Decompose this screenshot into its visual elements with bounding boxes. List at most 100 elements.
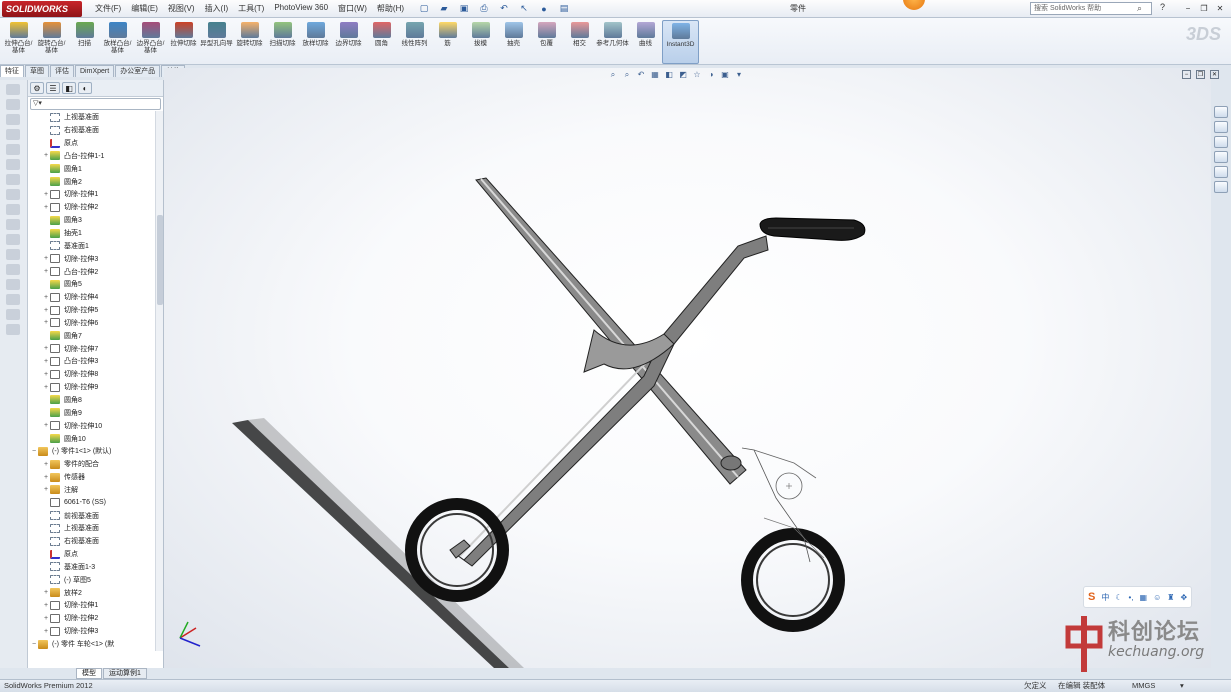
- tree-node[interactable]: 原点: [28, 548, 163, 561]
- tree-node[interactable]: − (-) 零件1<1> (默认): [28, 445, 163, 458]
- tree-expander[interactable]: +: [42, 319, 50, 326]
- tool-icon[interactable]: [6, 144, 20, 155]
- tool-icon[interactable]: [6, 309, 20, 320]
- ribbon-button[interactable]: 边界凸台/基体: [134, 20, 167, 64]
- tool-icon[interactable]: [6, 204, 20, 215]
- tool-icon[interactable]: [6, 189, 20, 200]
- tree-expander[interactable]: +: [42, 294, 50, 301]
- tree-expander[interactable]: +: [42, 422, 50, 429]
- print-icon[interactable]: ⎙: [477, 3, 491, 15]
- tree-node[interactable]: + 传感器: [28, 471, 163, 484]
- skin-icon[interactable]: ♜: [1167, 593, 1174, 602]
- tool-icon[interactable]: [6, 294, 20, 305]
- punctuation-icon[interactable]: •,: [1129, 593, 1134, 602]
- tree-node[interactable]: + 切除-拉伸9: [28, 381, 163, 394]
- tree-expander[interactable]: +: [42, 589, 50, 596]
- tool-icon[interactable]: [6, 174, 20, 185]
- tree-node[interactable]: (-) 草图5: [28, 573, 163, 586]
- tree-node[interactable]: 基准面1-3: [28, 561, 163, 574]
- tree-expander[interactable]: +: [42, 191, 50, 198]
- tool-icon[interactable]: [6, 159, 20, 170]
- ribbon-button[interactable]: 放样凸台/基体: [101, 20, 134, 64]
- previous-view-icon[interactable]: ↶: [636, 70, 646, 79]
- resources-icon[interactable]: [1214, 106, 1228, 118]
- view-orientation-icon[interactable]: ◧: [664, 70, 674, 79]
- tree-expander[interactable]: +: [42, 358, 50, 365]
- tree-node[interactable]: 圆角5: [28, 278, 163, 291]
- tree-node[interactable]: 圆角10: [28, 432, 163, 445]
- solidworks-logo[interactable]: SOLIDWORKS: [2, 0, 82, 17]
- tree-node[interactable]: 右视基准面: [28, 535, 163, 548]
- tree-node[interactable]: + 切除-拉伸4: [28, 291, 163, 304]
- tree-node[interactable]: +零件的配合: [28, 458, 163, 471]
- command-tab[interactable]: DimXpert: [75, 65, 115, 77]
- keyboard-icon[interactable]: ▦: [1140, 593, 1148, 602]
- ribbon-button[interactable]: 放样切除: [299, 20, 332, 64]
- tree-node[interactable]: + 切除-拉伸8: [28, 368, 163, 381]
- custom-properties-icon[interactable]: [1214, 181, 1228, 193]
- ribbon-button[interactable]: 扫描切除: [266, 20, 299, 64]
- tree-node[interactable]: + 切除-拉伸1: [28, 599, 163, 612]
- menu-item[interactable]: 视图(V): [163, 3, 200, 14]
- sogou-logo-icon[interactable]: S: [1088, 591, 1095, 603]
- tool-icon[interactable]: [6, 84, 20, 95]
- open-file-icon[interactable]: ▰: [437, 3, 451, 15]
- appearances-icon[interactable]: [1214, 166, 1228, 178]
- tree-node[interactable]: 圆角3: [28, 214, 163, 227]
- search-icon[interactable]: ⌕: [1137, 3, 1142, 14]
- feature-tree-tab-icon[interactable]: ⚙: [30, 82, 44, 94]
- tool-icon[interactable]: [6, 279, 20, 290]
- ime-mode-toggle[interactable]: 中: [1101, 592, 1109, 603]
- close-icon[interactable]: ✕: [1213, 2, 1227, 14]
- tree-node[interactable]: +零件的配合: [28, 650, 163, 651]
- tree-node[interactable]: 圆角9: [28, 406, 163, 419]
- tree-node[interactable]: + 切除-拉伸6: [28, 317, 163, 330]
- tree-node[interactable]: 原点: [28, 137, 163, 150]
- ribbon-button[interactable]: 旋转切除: [233, 20, 266, 64]
- tree-node[interactable]: + 切除-拉伸5: [28, 304, 163, 317]
- tree-expander[interactable]: +: [42, 268, 50, 275]
- viewport-restore-icon[interactable]: ❐: [1196, 70, 1205, 79]
- ribbon-button[interactable]: 拉伸凸台/基体: [2, 20, 35, 64]
- tree-expander[interactable]: +: [42, 345, 50, 352]
- tree-expander[interactable]: +: [42, 461, 50, 468]
- ribbon-button[interactable]: 旋转凸台/基体: [35, 20, 68, 64]
- user-icon[interactable]: ☺: [1153, 593, 1161, 602]
- ribbon-button[interactable]: 边界切除: [332, 20, 365, 64]
- tools-icon[interactable]: ✥: [1180, 593, 1187, 602]
- hide-show-icon[interactable]: ☆: [692, 70, 702, 79]
- zoom-to-area-icon[interactable]: ⌕: [622, 70, 632, 79]
- tree-node[interactable]: 基准面1: [28, 239, 163, 252]
- tool-icon[interactable]: [6, 99, 20, 110]
- undo-icon[interactable]: ↶: [497, 3, 511, 15]
- menu-item[interactable]: 编辑(E): [126, 3, 163, 14]
- command-tab[interactable]: 特征: [0, 65, 24, 77]
- zoom-to-fit-icon[interactable]: ⌕: [608, 70, 618, 79]
- ribbon-button[interactable]: 扫描: [68, 20, 101, 64]
- moon-icon[interactable]: ☾: [1115, 593, 1122, 602]
- rebuild-icon[interactable]: ●: [537, 3, 551, 15]
- menu-item[interactable]: 帮助(H): [372, 3, 409, 14]
- restore-icon[interactable]: ❐: [1197, 2, 1211, 14]
- tree-scroll-thumb[interactable]: [157, 215, 163, 305]
- tree-node[interactable]: − (-) 零件 车轮<1> (默: [28, 638, 163, 651]
- tree-node[interactable]: 圆角2: [28, 175, 163, 188]
- viewport-close-icon[interactable]: ✕: [1210, 70, 1219, 79]
- menu-item[interactable]: 插入(I): [200, 3, 234, 14]
- tree-filter-input[interactable]: ▽▾: [30, 98, 161, 110]
- command-tab[interactable]: 草图: [25, 65, 49, 77]
- tree-expander[interactable]: −: [30, 641, 38, 648]
- appearance-tab-icon[interactable]: ◐: [78, 82, 92, 94]
- tree-node[interactable]: + 切除-拉伸3: [28, 625, 163, 638]
- tree-node[interactable]: + 切除-拉伸2: [28, 201, 163, 214]
- tree-expander[interactable]: +: [42, 371, 50, 378]
- tree-expander[interactable]: +: [42, 615, 50, 622]
- tree-node[interactable]: 6061-T6 (SS): [28, 496, 163, 509]
- tool-icon[interactable]: [6, 264, 20, 275]
- ribbon-button[interactable]: Instant3D: [662, 20, 699, 64]
- tree-expander[interactable]: +: [42, 255, 50, 262]
- select-icon[interactable]: ↖: [517, 3, 531, 15]
- tree-node[interactable]: 抽壳1: [28, 227, 163, 240]
- menu-item[interactable]: PhotoView 360: [269, 3, 333, 14]
- ribbon-button[interactable]: 参考几何体: [596, 20, 629, 64]
